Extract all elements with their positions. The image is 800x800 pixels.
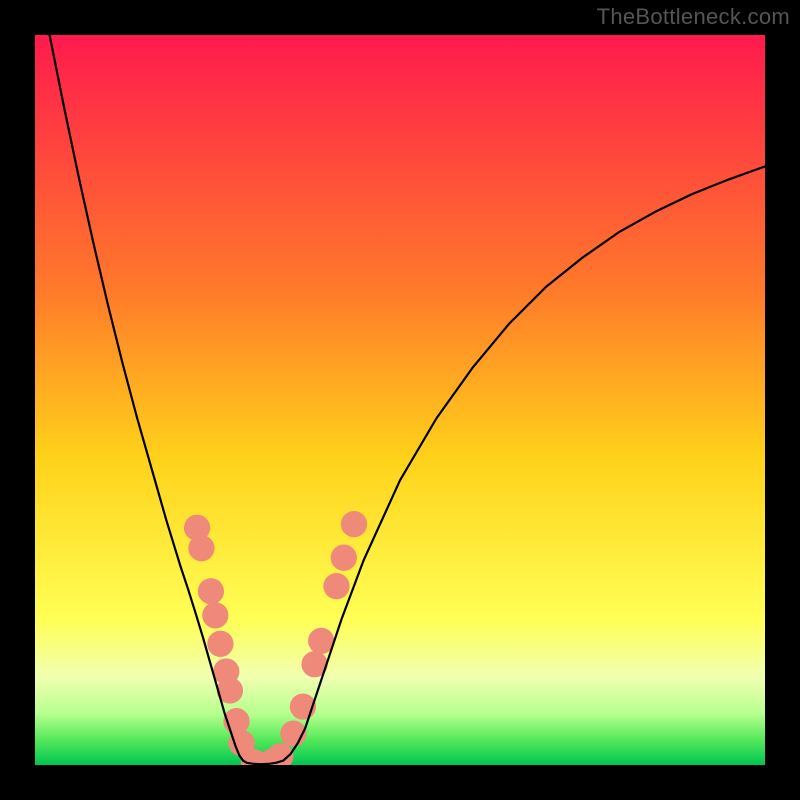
curve-right-branch [283, 166, 765, 760]
watermark-text: TheBottleneck.com [597, 4, 790, 30]
chart-frame: TheBottleneck.com [0, 0, 800, 800]
series-group [50, 35, 765, 764]
plot-area [35, 35, 765, 765]
data-marker [198, 578, 224, 604]
data-marker [323, 573, 349, 599]
marker-group [184, 511, 367, 765]
data-marker [341, 511, 367, 537]
data-marker [207, 631, 233, 657]
data-marker [331, 545, 357, 571]
curve-layer [35, 35, 765, 765]
data-marker [188, 535, 214, 561]
data-marker [202, 602, 228, 628]
